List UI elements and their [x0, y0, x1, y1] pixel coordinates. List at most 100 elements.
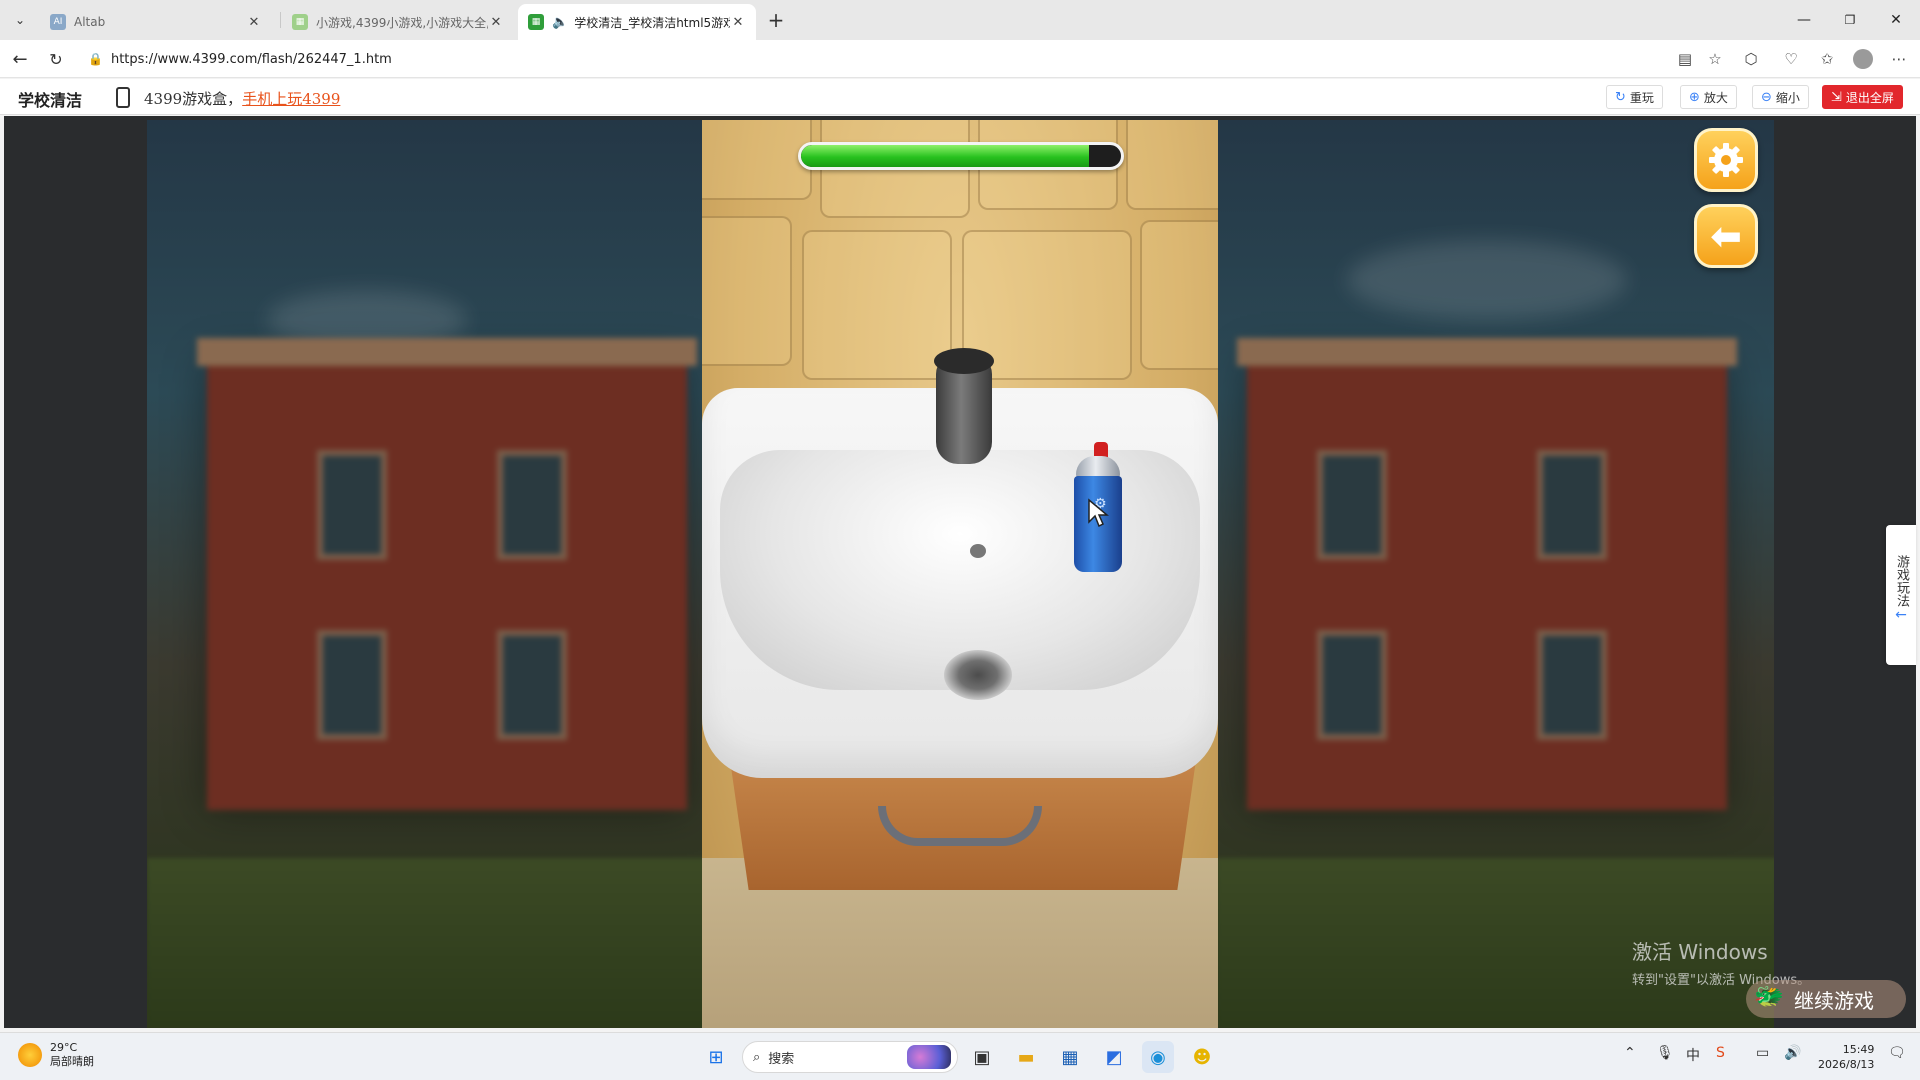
replay-label: 重玩	[1629, 90, 1654, 105]
tab-school-clean[interactable]: ▦ 🔈 学校清洁_学校清洁html5游戏_4399h5游戏 ✕	[518, 4, 756, 40]
close-tab-icon[interactable]: ✕	[730, 14, 746, 30]
site-header: 学校清洁 4399游戏盒，手机上玩4399 ↻ 重玩 ⊕ 放大 ⊖ 缩小 ⇲ 退…	[0, 79, 1920, 115]
weather-sun-icon	[18, 1043, 42, 1067]
school-building-left	[197, 338, 697, 810]
speaker-icon[interactable]: 🔈	[552, 15, 568, 30]
4399-favicon-icon: ▦	[292, 14, 308, 30]
tab-title: Altab	[74, 15, 106, 29]
network-icon[interactable]: ▭	[1756, 1045, 1769, 1061]
zoom-out-button[interactable]: ⊖ 缩小	[1752, 85, 1809, 109]
search-highlight-icon	[907, 1045, 951, 1069]
app-icon[interactable]: ◩	[1098, 1041, 1130, 1073]
minimize-icon[interactable]: —	[1782, 6, 1826, 34]
tab-list-chevron-icon[interactable]: ⌄	[6, 6, 34, 34]
promo-link[interactable]: 手机上玩4399	[242, 90, 340, 108]
zoom-in-label: 放大	[1703, 90, 1728, 105]
sink-overflow-hole	[970, 544, 986, 558]
tray-expand-icon[interactable]: ⌃	[1624, 1045, 1636, 1061]
exit-icon: ⇲	[1831, 89, 1842, 105]
tab-4399-home[interactable]: ▦ 小游戏,4399小游戏,小游戏大全,双人小游戏大全 ✕	[282, 4, 514, 40]
new-tab-button[interactable]: +	[762, 6, 790, 34]
notification-icon[interactable]: 🗨	[1888, 1045, 1906, 1061]
replay-button[interactable]: ↻ 重玩	[1606, 85, 1663, 109]
system-clock[interactable]: 15:49 2026/8/13	[1818, 1042, 1874, 1072]
cleaning-progress-fill	[801, 145, 1089, 167]
phone-icon	[116, 87, 130, 108]
game-title: 学校清洁	[18, 91, 83, 110]
zoom-out-label: 缩小	[1775, 90, 1800, 105]
tab-title: 学校清洁_学校清洁html5游戏_4399h5游戏	[574, 15, 730, 30]
more-menu-icon[interactable]: ⋯	[1886, 46, 1912, 72]
exit-fullscreen-button[interactable]: ⇲ 退出全屏	[1822, 85, 1903, 109]
zoom-out-icon: ⊖	[1761, 89, 1772, 105]
microphone-icon[interactable]: 🎙	[1656, 1045, 1674, 1061]
microsoft-store-icon[interactable]: ▦	[1054, 1041, 1086, 1073]
task-view-icon[interactable]: ▣	[966, 1041, 998, 1073]
address-bar[interactable]: 🔒 https://www.4399.com/flash/262447_1.ht…	[78, 44, 1678, 74]
taskbar: 29°C 局部晴朗 ⊞ ⌕ 搜索 ▣ ▬ ▦ ◩ ◉ ☻ ⌃ 🎙 中 S ▭ 🔊…	[0, 1032, 1920, 1080]
tab-title: 小游戏,4399小游戏,小游戏大全,双人小游戏大全	[316, 15, 488, 30]
watermark-line1: 激活 Windows	[1632, 940, 1768, 964]
back-arrow-icon: ⬅	[1710, 214, 1742, 258]
4399-favicon-icon: ▦	[528, 14, 544, 30]
rules-tab-label: 游戏玩法	[1894, 555, 1909, 607]
gear-icon	[1709, 143, 1743, 177]
clock-time: 15:49	[1842, 1043, 1875, 1056]
close-tab-icon[interactable]: ✕	[488, 14, 504, 30]
favorites-list-icon[interactable]: ✩	[1814, 46, 1840, 72]
continue-game-label: 继续游戏	[1794, 988, 1874, 1013]
favorite-star-icon[interactable]: ☆	[1702, 46, 1728, 72]
settings-gear-button[interactable]	[1694, 128, 1758, 192]
tab-separator	[280, 12, 281, 28]
lock-icon: 🔒	[88, 52, 103, 66]
search-icon: ⌕	[753, 1049, 761, 1065]
cleaning-progress-bar	[798, 142, 1124, 170]
input-method-icon[interactable]: 中	[1686, 1045, 1700, 1065]
browser-toolbar: ← ↻ 🔒 https://www.4399.com/flash/262447_…	[0, 40, 1920, 78]
zoom-in-icon: ⊕	[1689, 89, 1700, 105]
close-tab-icon[interactable]: ✕	[246, 14, 262, 30]
school-building-right	[1237, 338, 1737, 810]
sink-drain[interactable]	[944, 650, 1012, 700]
weather-widget[interactable]: 29°C 局部晴朗	[18, 1041, 94, 1069]
url-text: https://www.4399.com/flash/262447_1.htm	[110, 51, 392, 67]
restore-icon[interactable]: ❐	[1828, 6, 1872, 34]
window-close-icon[interactable]: ✕	[1874, 6, 1918, 34]
taskbar-search-box[interactable]: ⌕ 搜索	[742, 1041, 958, 1073]
extensions-icon[interactable]: ⬡	[1738, 46, 1764, 72]
replay-icon: ↻	[1615, 89, 1626, 105]
search-placeholder: 搜索	[768, 1051, 795, 1067]
exit-fullscreen-label: 退出全屏	[1845, 90, 1894, 105]
cabinet-handle	[878, 806, 1042, 846]
playfield[interactable]: ⚙	[702, 120, 1218, 1028]
zoom-in-button[interactable]: ⊕ 放大	[1680, 85, 1737, 109]
file-explorer-icon[interactable]: ▬	[1010, 1041, 1042, 1073]
edge-browser-icon[interactable]: ◉	[1142, 1041, 1174, 1073]
refresh-icon[interactable]: ↻	[42, 45, 70, 73]
altab-favicon-icon: AI	[50, 14, 66, 30]
cloud	[1347, 240, 1627, 320]
profile-avatar-icon[interactable]	[1850, 46, 1876, 72]
windows-start-icon[interactable]: ⊞	[700, 1041, 732, 1073]
back-icon[interactable]: ←	[6, 45, 34, 73]
antivirus-icon[interactable]: S	[1716, 1045, 1725, 1061]
browser-essentials-icon[interactable]: ♡	[1778, 46, 1804, 72]
arrow-left-icon: ←	[1895, 607, 1907, 623]
weather-desc: 局部晴朗	[50, 1055, 94, 1068]
app-promo: 4399游戏盒，手机上玩4399	[144, 88, 340, 109]
tab-bar: ⌄ AI Altab ✕ ▦ 小游戏,4399小游戏,小游戏大全,双人小游戏大全…	[0, 0, 1920, 40]
promo-text: 4399游戏盒，	[144, 90, 243, 108]
game-mascot-icon: 🐲	[1754, 982, 1784, 1010]
volume-icon[interactable]: 🔊	[1784, 1045, 1801, 1061]
continue-game-button[interactable]: 🐲 继续游戏	[1746, 980, 1906, 1018]
flower-bed	[147, 858, 707, 1028]
tab-altab[interactable]: AI Altab ✕	[40, 4, 272, 40]
game-rules-tab[interactable]: 游戏玩法 ←	[1886, 525, 1916, 665]
mouse-cursor-icon	[1088, 498, 1109, 528]
back-button[interactable]: ⬅	[1694, 204, 1758, 268]
app-icon[interactable]: ☻	[1186, 1041, 1218, 1073]
clock-date: 2026/8/13	[1818, 1058, 1875, 1071]
weather-temp: 29°C	[50, 1041, 78, 1054]
reader-mode-icon[interactable]: ▤	[1672, 46, 1698, 72]
faucet-top	[934, 348, 994, 374]
